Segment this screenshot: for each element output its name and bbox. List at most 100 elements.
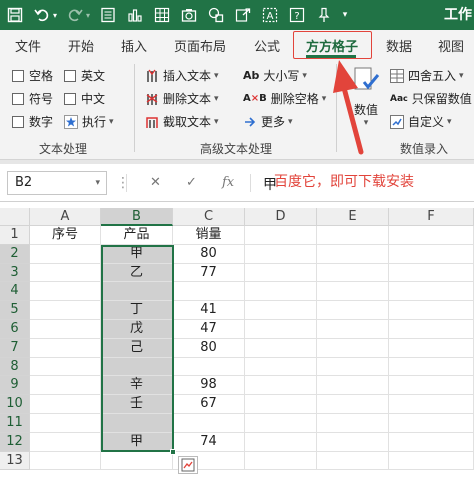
cell[interactable]: 98 <box>173 376 245 396</box>
cell[interactable] <box>389 357 474 377</box>
column-header-b[interactable]: B <box>101 208 173 226</box>
numeric-button[interactable]: 数值 ▾ <box>352 66 380 128</box>
cell[interactable] <box>173 357 245 377</box>
cell[interactable] <box>317 244 389 264</box>
cell[interactable]: 甲 <box>101 432 173 452</box>
cell[interactable] <box>317 226 389 245</box>
checkbox-icon[interactable] <box>12 115 24 128</box>
cell[interactable]: 77 <box>173 263 245 283</box>
case-button[interactable]: Ab 大小写 ▾ <box>243 67 307 84</box>
row-header[interactable]: 4 <box>0 282 30 302</box>
select-all-corner[interactable] <box>0 208 30 226</box>
cell[interactable] <box>317 357 389 377</box>
cell[interactable] <box>101 414 173 433</box>
row-header[interactable]: 8 <box>0 357 30 377</box>
cell[interactable] <box>317 301 389 320</box>
cell[interactable] <box>317 395 389 414</box>
customize-toolbar-icon[interactable]: ▾ <box>339 3 351 27</box>
cell[interactable] <box>317 414 389 433</box>
cell[interactable] <box>317 338 389 358</box>
insert-text-button[interactable]: 插入文本 ▾ <box>145 67 219 84</box>
checkbox-icon[interactable] <box>12 92 24 105</box>
tab-page-layout[interactable]: 页面布局 <box>174 36 226 55</box>
cell[interactable] <box>389 451 474 471</box>
function-icon[interactable]: fx <box>222 175 234 190</box>
cell[interactable]: 序号 <box>30 226 101 245</box>
cell[interactable] <box>389 376 474 396</box>
row-header[interactable]: 3 <box>0 263 30 283</box>
fill-handle[interactable] <box>170 448 176 455</box>
cell[interactable] <box>101 282 173 302</box>
row-header[interactable]: 6 <box>0 320 30 339</box>
name-box[interactable]: B2 ▾ <box>7 171 107 195</box>
cell[interactable] <box>245 244 317 264</box>
checkbox-icon[interactable] <box>12 69 24 82</box>
checkbox-symbol[interactable]: 符号 <box>12 90 53 107</box>
cell[interactable] <box>30 244 101 264</box>
delete-text-button[interactable]: 删除文本 ▾ <box>145 90 219 107</box>
cancel-icon[interactable]: ✕ <box>150 175 161 190</box>
custom-button[interactable]: 自定义 ▾ <box>390 113 452 130</box>
cell[interactable] <box>389 395 474 414</box>
cell[interactable] <box>30 263 101 283</box>
cell[interactable] <box>30 414 101 433</box>
cell[interactable]: 戊 <box>101 320 173 339</box>
row-header[interactable]: 2 <box>0 244 30 264</box>
cell[interactable] <box>389 226 474 245</box>
confirm-icon[interactable]: ✓ <box>186 175 197 190</box>
tab-file[interactable]: 文件 <box>15 36 41 55</box>
extract-text-button[interactable]: 截取文本 ▾ <box>145 113 219 130</box>
column-header-d[interactable]: D <box>245 208 317 226</box>
cell[interactable]: 己 <box>101 338 173 358</box>
cell[interactable] <box>30 301 101 320</box>
cell[interactable] <box>317 263 389 283</box>
cell[interactable] <box>30 338 101 358</box>
cell[interactable]: 销量 <box>173 226 245 245</box>
cell[interactable] <box>389 263 474 283</box>
cell[interactable] <box>389 320 474 339</box>
cell[interactable] <box>101 451 173 471</box>
cell[interactable] <box>245 451 317 471</box>
cell[interactable] <box>389 301 474 320</box>
cell[interactable]: 74 <box>173 432 245 452</box>
column-header-e[interactable]: E <box>317 208 389 226</box>
execute-button[interactable]: 执行 ▾ <box>64 113 114 130</box>
cell[interactable]: 41 <box>173 301 245 320</box>
cell[interactable] <box>245 432 317 452</box>
cell[interactable]: 67 <box>173 395 245 414</box>
cell[interactable] <box>30 451 101 471</box>
keep-values-button[interactable]: Aa c 只保留数值 <box>390 90 472 107</box>
tab-insert[interactable]: 插入 <box>121 36 147 55</box>
row-header[interactable]: 13 <box>0 451 30 471</box>
cell[interactable] <box>245 226 317 245</box>
help-icon[interactable]: ? <box>285 3 309 27</box>
cell[interactable] <box>101 357 173 377</box>
cell[interactable]: 壬 <box>101 395 173 414</box>
column-header-f[interactable]: F <box>389 208 474 226</box>
cell[interactable] <box>30 282 101 302</box>
cell[interactable] <box>389 432 474 452</box>
cell[interactable] <box>245 376 317 396</box>
row-header[interactable]: 11 <box>0 414 30 433</box>
undo-dropdown-icon[interactable]: ▾ <box>50 3 60 27</box>
cell[interactable]: 乙 <box>101 263 173 283</box>
export-icon[interactable] <box>231 3 255 27</box>
cell[interactable] <box>317 451 389 471</box>
cell[interactable] <box>317 320 389 339</box>
redo-dropdown-icon[interactable]: ▾ <box>83 3 93 27</box>
tab-home[interactable]: 开始 <box>68 36 94 55</box>
tab-formulas[interactable]: 公式 <box>254 36 280 55</box>
cell[interactable] <box>245 301 317 320</box>
chevron-down-icon[interactable]: ▾ <box>95 172 100 194</box>
cell[interactable] <box>317 282 389 302</box>
tab-data[interactable]: 数据 <box>386 36 412 55</box>
quick-analysis-button[interactable] <box>178 456 198 474</box>
cell[interactable]: 产品 <box>101 226 173 245</box>
row-header[interactable]: 1 <box>0 226 30 245</box>
checkbox-number[interactable]: 数字 <box>12 113 53 130</box>
row-header[interactable]: 10 <box>0 395 30 414</box>
cell[interactable] <box>30 395 101 414</box>
more-button[interactable]: 更多 ▾ <box>243 113 293 130</box>
cell[interactable] <box>173 282 245 302</box>
cell[interactable] <box>317 432 389 452</box>
